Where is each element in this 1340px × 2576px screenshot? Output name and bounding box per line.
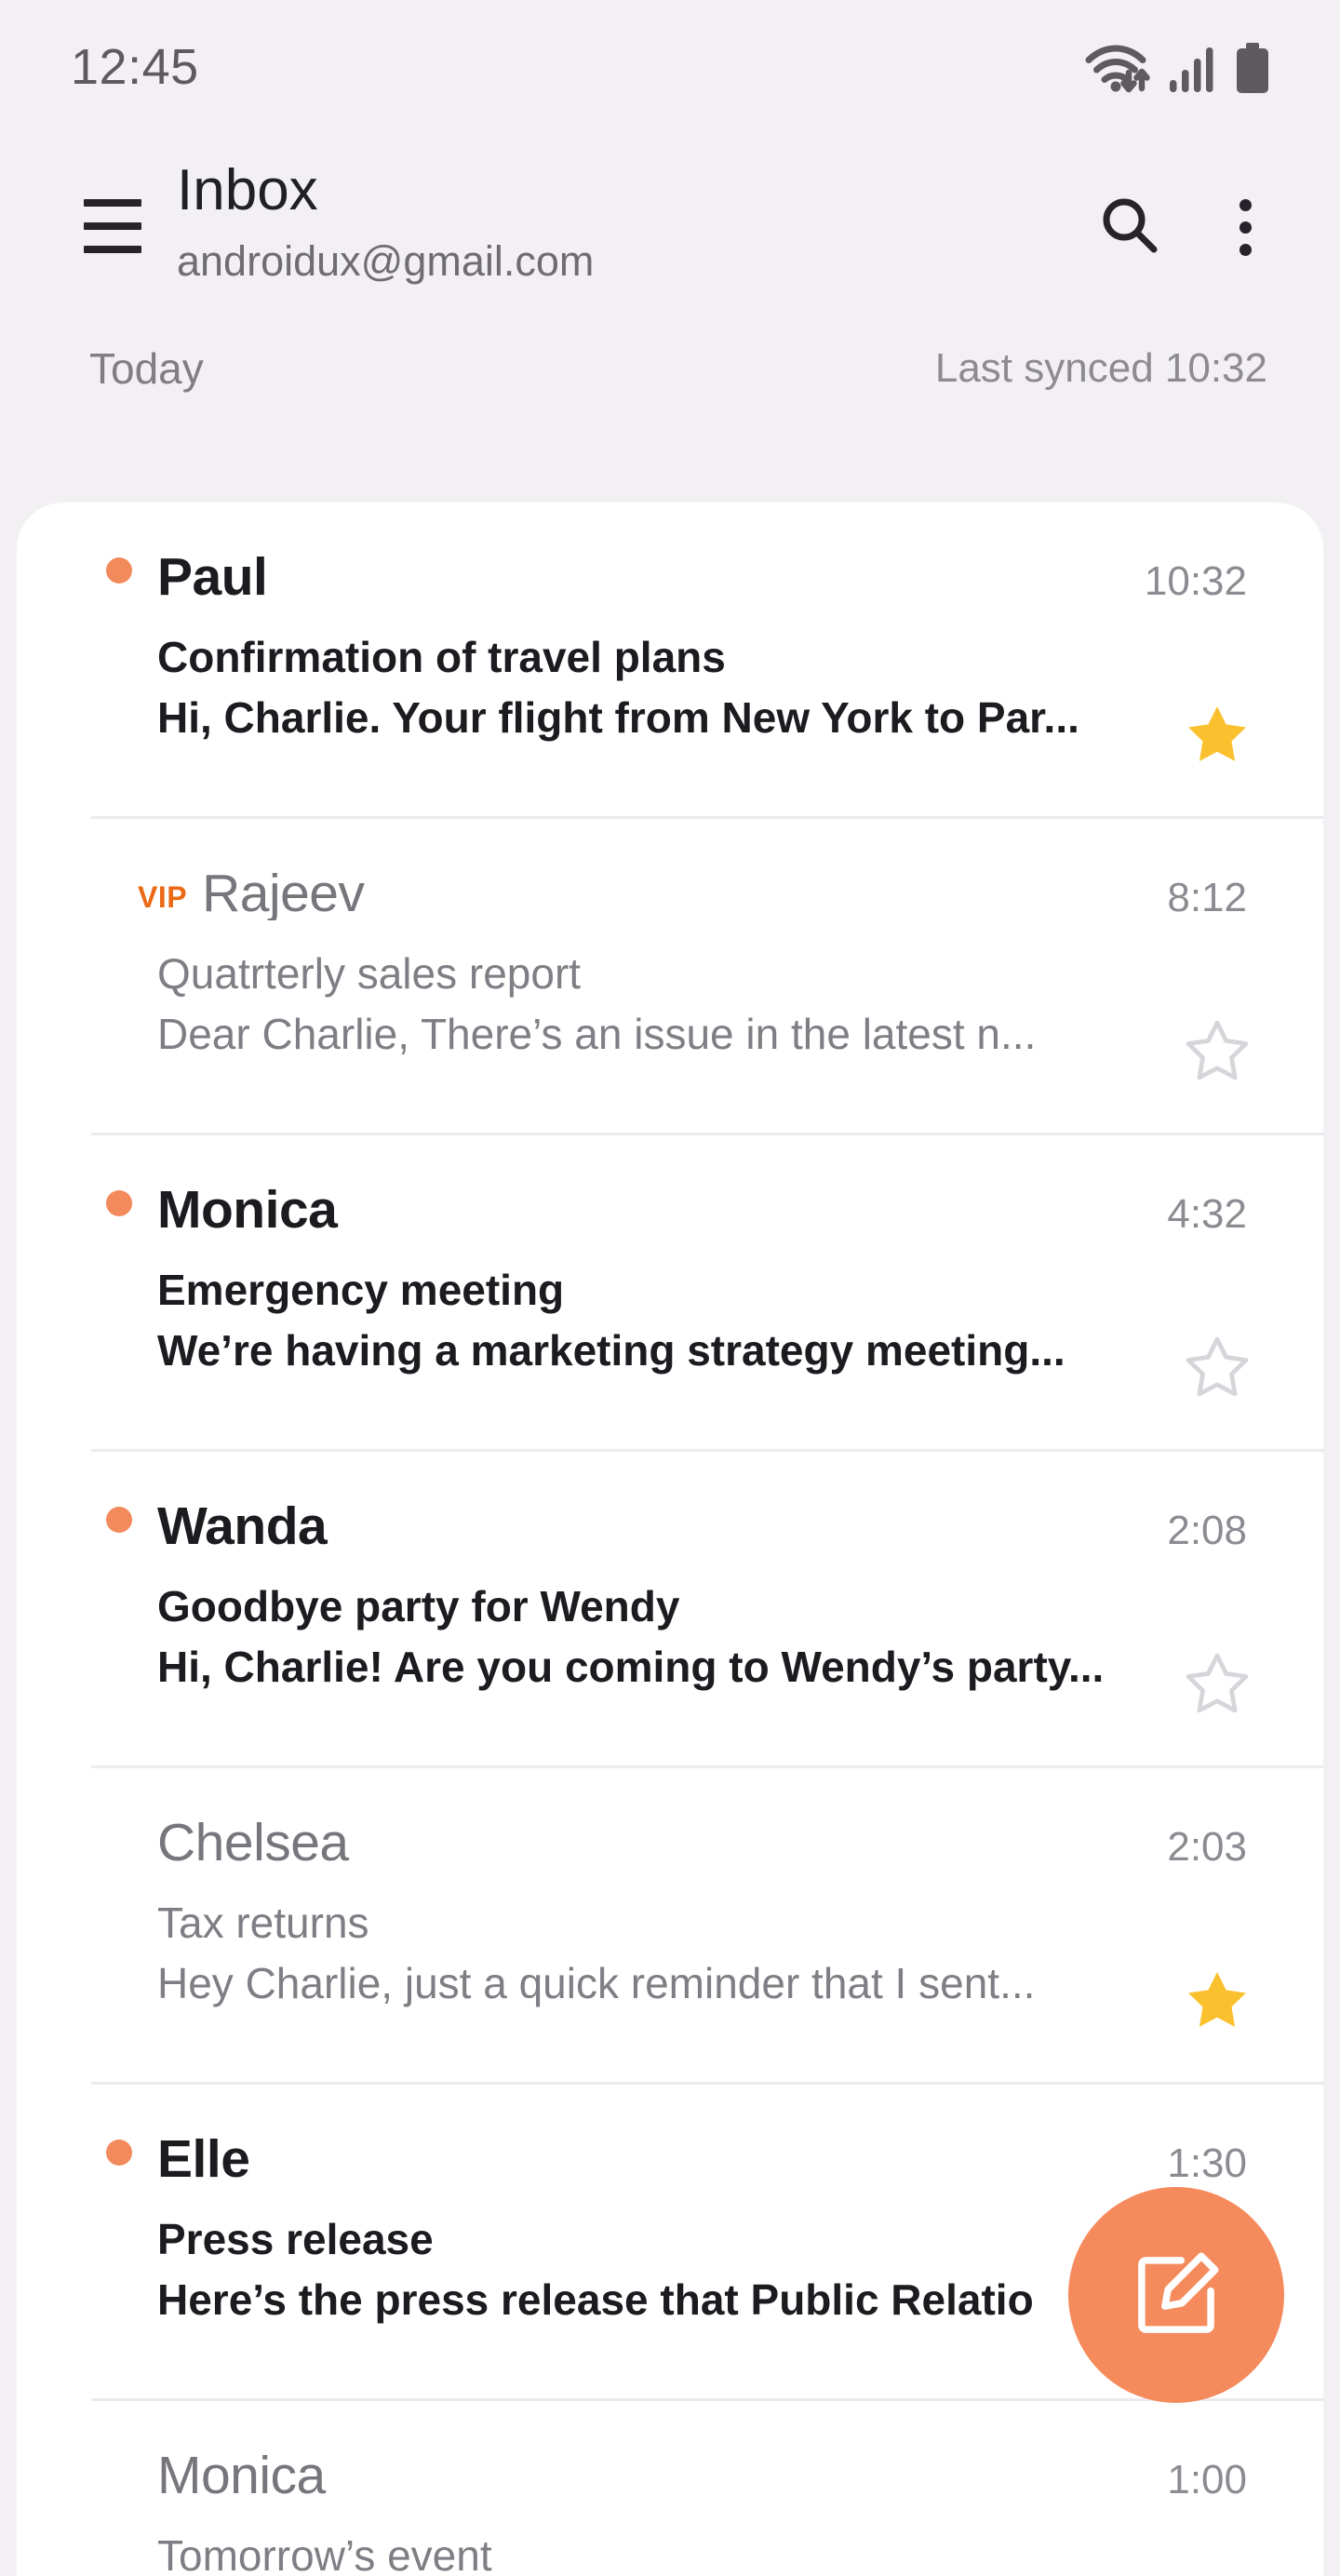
app-bar: Inbox androidux@gmail.com xyxy=(0,140,1340,316)
cellular-signal-icon xyxy=(1169,45,1217,93)
email-time: 2:08 xyxy=(1167,1508,1247,1553)
email-sender: Paul xyxy=(157,551,268,604)
email-row-body: Emergency meeting We’re having a marketi… xyxy=(157,1264,1247,1377)
search-icon xyxy=(1098,194,1161,262)
sync-status: Last synced 10:32 xyxy=(934,345,1267,391)
hamburger-line xyxy=(84,246,141,253)
star-button[interactable] xyxy=(1182,1649,1253,1720)
email-preview: Hi, Charlie. Your flight from New York t… xyxy=(157,693,1079,743)
email-sender: Rajeev xyxy=(202,867,365,920)
email-preview: Here’s the press release that Public Rel… xyxy=(157,2275,1034,2325)
email-row-header: Monica 1:00 xyxy=(106,2401,1247,2503)
star-outline-icon xyxy=(1182,1333,1253,1403)
email-sender: Chelsea xyxy=(157,1817,349,1870)
more-options-icon xyxy=(1239,198,1252,256)
app-bar-titles: Inbox androidux@gmail.com xyxy=(177,153,1094,285)
email-time: 10:32 xyxy=(1144,558,1247,604)
email-subject: Goodbye party for Wendy xyxy=(157,1582,680,1630)
status-bar-icons xyxy=(1085,41,1269,99)
unread-dot-icon xyxy=(106,1190,132,1216)
email-subject: Tomorrow’s event xyxy=(157,2531,492,2576)
section-label: Today xyxy=(89,344,204,393)
email-list-item[interactable]: Monica 4:32 Emergency meeting We’re havi… xyxy=(17,1135,1323,1452)
account-email: androidux@gmail.com xyxy=(177,237,595,285)
email-row-header: Paul 10:32 xyxy=(106,503,1247,605)
star-button[interactable] xyxy=(1182,1016,1253,1087)
wifi-data-icon xyxy=(1085,41,1150,93)
unread-dot-icon xyxy=(106,557,132,584)
email-time: 2:03 xyxy=(1167,1824,1247,1870)
email-list-item[interactable]: Paul 10:32 Confirmation of travel plans … xyxy=(17,503,1323,819)
unread-dot-icon xyxy=(106,1507,132,1533)
dot xyxy=(1239,198,1252,211)
unread-dot-icon xyxy=(106,2140,132,2166)
email-row-body: Quatrterly sales report Dear Charlie, Th… xyxy=(157,947,1247,1061)
email-preview: Hi, Charlie! Are you coming to Wendy’s p… xyxy=(157,1643,1105,1692)
email-time: 8:12 xyxy=(1167,875,1247,920)
dot xyxy=(1239,243,1252,256)
hamburger-line xyxy=(84,199,141,207)
email-time: 1:00 xyxy=(1167,2457,1247,2502)
vip-badge: VIP xyxy=(138,880,188,914)
star-button[interactable] xyxy=(1182,1333,1253,1403)
email-time: 4:32 xyxy=(1167,1191,1247,1237)
email-list-item[interactable]: Monica 1:00 Tomorrow’s event xyxy=(17,2401,1323,2576)
compose-icon xyxy=(1127,2246,1226,2344)
email-subject: Emergency meeting xyxy=(157,1266,565,1314)
hamburger-line xyxy=(84,222,141,230)
compose-button[interactable] xyxy=(1068,2187,1284,2403)
more-options-button[interactable] xyxy=(1210,192,1280,262)
email-subject: Confirmation of travel plans xyxy=(157,633,726,681)
email-row-body: Confirmation of travel plans Hi, Charlie… xyxy=(157,631,1247,745)
email-list-item[interactable]: Chelsea 2:03 Tax returns Hey Charlie, ju… xyxy=(17,1768,1323,2085)
email-subject: Tax returns xyxy=(157,1898,369,1947)
email-row-header: Wanda 2:08 xyxy=(106,1452,1247,1554)
email-subject: Press release xyxy=(157,2215,434,2263)
app-bar-actions xyxy=(1094,192,1280,262)
email-subject: Quatrterly sales report xyxy=(157,949,582,998)
email-sender: Wanda xyxy=(157,1500,328,1553)
search-button[interactable] xyxy=(1094,192,1165,262)
dot xyxy=(1239,221,1252,234)
email-row-header: Chelsea 2:03 xyxy=(106,1768,1247,1871)
email-app-screen: 12:45 Inbox androidux@gmail.com Today La… xyxy=(0,0,1340,2576)
email-row-header: Monica 4:32 xyxy=(106,1135,1247,1238)
page-title: Inbox xyxy=(177,158,318,222)
email-row-body: Tomorrow’s event xyxy=(157,2529,1247,2576)
email-time: 1:30 xyxy=(1167,2140,1247,2186)
email-row-body: Goodbye party for Wendy Hi, Charlie! Are… xyxy=(157,1580,1247,1694)
email-row-body: Tax returns Hey Charlie, just a quick re… xyxy=(157,1897,1247,2010)
star-button[interactable] xyxy=(1182,700,1253,771)
star-filled-icon xyxy=(1182,1966,1253,2036)
email-list-item[interactable]: VIP Rajeev 8:12 Quatrterly sales report … xyxy=(17,819,1323,1135)
email-preview: We’re having a marketing strategy meetin… xyxy=(157,1326,1065,1375)
email-row-header: Elle 1:30 xyxy=(106,2085,1247,2187)
email-list-item[interactable]: Wanda 2:08 Goodbye party for Wendy Hi, C… xyxy=(17,1452,1323,1768)
email-preview: Dear Charlie, There’s an issue in the la… xyxy=(157,1010,1037,1059)
star-button[interactable] xyxy=(1182,1966,1253,2036)
star-filled-icon xyxy=(1182,700,1253,771)
email-row-header: VIP Rajeev 8:12 xyxy=(106,819,1247,921)
email-sender: Monica xyxy=(157,1184,338,1237)
star-outline-icon xyxy=(1182,1649,1253,1720)
section-header: Today Last synced 10:32 xyxy=(0,316,1340,421)
email-preview: Hey Charlie, just a quick reminder that … xyxy=(157,1959,1036,2008)
email-sender: Monica xyxy=(157,2449,326,2502)
email-sender: Elle xyxy=(157,2133,250,2186)
star-outline-icon xyxy=(1182,1016,1253,1087)
hamburger-menu-icon[interactable] xyxy=(84,199,143,253)
status-bar-clock: 12:45 xyxy=(71,39,199,95)
status-bar: 12:45 xyxy=(0,0,1340,140)
battery-full-icon xyxy=(1236,43,1269,93)
